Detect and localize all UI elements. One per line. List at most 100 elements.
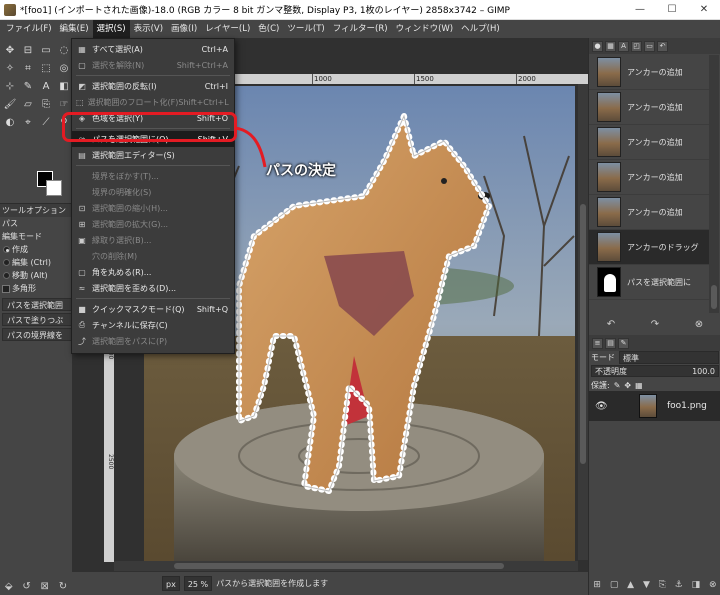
measure-tool-icon[interactable]: ⟋	[38, 114, 54, 130]
path-action-button[interactable]: パスの境界線を	[2, 328, 72, 341]
warp-tool-icon[interactable]: ◎	[56, 60, 72, 76]
canvas-vertical-scrollbar[interactable]	[578, 84, 588, 560]
brushes-tab-icon[interactable]: ●	[592, 40, 603, 52]
channels-tab-icon[interactable]: ▤	[605, 337, 616, 349]
smudge-tool-icon[interactable]: ☞	[56, 96, 72, 112]
history-item[interactable]: パスを選択範囲に	[589, 265, 709, 300]
menu-item[interactable]: 画像(I)	[167, 20, 201, 38]
paths-tool-icon[interactable]: ✎	[20, 78, 36, 94]
menu-item[interactable]: フィルター(R)	[329, 20, 392, 38]
eraser-icon[interactable]: ▱	[20, 96, 36, 112]
rect-select-icon[interactable]: ▭	[38, 42, 54, 58]
menu-item[interactable]: 編集(E)	[56, 20, 93, 38]
radio-dot[interactable]	[3, 259, 10, 266]
menu-grow[interactable]: ⊞ 選択範囲の拡大(G)...	[72, 216, 234, 232]
lower-layer-icon[interactable]: ▼	[643, 580, 650, 590]
close-button[interactable]: ✕	[688, 0, 720, 20]
menu-rounded-rect[interactable]: ▢ 角を丸める(R)...	[72, 264, 234, 280]
menu-selection-editor[interactable]: ▤ 選択範囲エディター(S)	[72, 147, 234, 163]
images-tab-icon[interactable]: ▭	[644, 40, 655, 52]
menu-item[interactable]: 選択(S)	[92, 20, 130, 38]
unit-select[interactable]: px	[162, 576, 180, 591]
canvas-horizontal-scrollbar[interactable]	[114, 561, 578, 571]
history-scroll-thumb[interactable]	[711, 285, 717, 309]
text-tool-icon[interactable]: A	[38, 78, 54, 94]
menu-item[interactable]: ツール(T)	[283, 20, 328, 38]
menu-item[interactable]: ヘルプ(H)	[457, 20, 504, 38]
minimize-button[interactable]: —	[624, 0, 656, 20]
menu-select-none[interactable]: ▢ 選択を解除(N) Shift+Ctrl+A	[72, 57, 234, 73]
edit-mode-radio[interactable]: 編集 (Ctrl)	[0, 256, 72, 269]
edit-mode-radio[interactable]: 作成	[0, 243, 72, 256]
delete-options-icon[interactable]: ⊠	[41, 581, 49, 592]
new-layer-icon[interactable]: ⊞	[593, 580, 601, 590]
document-history-tab-icon[interactable]: ◰	[631, 40, 642, 52]
menu-distort[interactable]: ≈ 選択範囲を歪める(D)...	[72, 280, 234, 296]
history-scrollbar[interactable]	[709, 55, 719, 313]
history-item[interactable]: アンカーの追加	[589, 160, 709, 195]
restore-options-icon[interactable]: ↺	[22, 581, 30, 592]
move-tool-icon[interactable]: ✥	[2, 42, 18, 58]
zoom-select[interactable]: 25 %	[183, 576, 213, 591]
lock-position-icon[interactable]: ✥	[624, 381, 631, 390]
history-item[interactable]: アンカーの追加	[589, 55, 709, 90]
lock-pixels-icon[interactable]: ✎	[614, 381, 621, 390]
layer-row[interactable]: 👁 foo1.png	[589, 391, 720, 421]
radio-dot[interactable]	[3, 272, 10, 279]
reset-options-icon[interactable]: ↻	[59, 581, 67, 592]
fuzzy-select-icon[interactable]: ✧	[2, 60, 18, 76]
redo-icon[interactable]: ↷	[651, 319, 659, 330]
horizontal-scroll-thumb[interactable]	[174, 563, 504, 569]
clear-history-icon[interactable]: ⊗	[695, 319, 703, 330]
undo-history-tab-icon[interactable]: ↶	[657, 40, 668, 52]
paintbrush-icon[interactable]: 🖌	[2, 96, 18, 112]
vertical-scroll-thumb[interactable]	[580, 204, 586, 464]
fonts-tab-icon[interactable]: A	[618, 40, 629, 52]
free-select-icon[interactable]: ◌	[56, 42, 72, 58]
dodge-tool-icon[interactable]: ◐	[2, 114, 18, 130]
menu-select-all[interactable]: ▦ すべて選択(A) Ctrl+A	[72, 41, 234, 57]
background-color[interactable]	[46, 180, 62, 196]
menu-quickmask[interactable]: ■ クイックマスクモード(Q) Shift+Q	[72, 301, 234, 317]
menu-sharpen[interactable]: 境界の明確化(S)	[72, 184, 234, 200]
mask-layer-icon[interactable]: ◨	[692, 580, 701, 590]
history-item[interactable]: アンカーの追加	[589, 125, 709, 160]
crop-tool-icon[interactable]: ⌗	[20, 60, 36, 76]
history-item[interactable]: アンカーの追加	[589, 90, 709, 125]
delete-layer-icon[interactable]: ⊗	[709, 580, 717, 590]
menu-shrink[interactable]: ⊡ 選択範囲の縮小(H)...	[72, 200, 234, 216]
anchor-layer-icon[interactable]: ⚓	[675, 580, 683, 590]
paths-tab-icon[interactable]: ✎	[618, 337, 629, 349]
fg-bg-color-swatch[interactable]	[37, 171, 63, 197]
menu-selection-to-path[interactable]: ⤴ 選択範囲をパスに(P)	[72, 333, 234, 349]
path-action-button[interactable]: パスを選択範囲	[2, 298, 72, 311]
menu-float-selection[interactable]: ⬚ 選択範囲のフロート化(F) Shift+Ctrl+L	[72, 94, 234, 110]
patterns-tab-icon[interactable]: ▦	[605, 40, 616, 52]
mode-select[interactable]: 標準	[619, 350, 719, 364]
save-options-icon[interactable]: ⬙	[5, 581, 13, 592]
layers-tab-icon[interactable]: ≡	[592, 337, 603, 349]
radio-dot[interactable]	[3, 246, 10, 253]
menu-item[interactable]: ファイル(F)	[2, 20, 56, 38]
raise-layer-icon[interactable]: ▲	[627, 580, 634, 590]
menu-remove-holes[interactable]: 穴の削除(M)	[72, 248, 234, 264]
lock-alpha-icon[interactable]: ▦	[635, 381, 643, 390]
duplicate-layer-icon[interactable]: ⎘	[659, 580, 666, 590]
new-group-icon[interactable]: ▢	[610, 580, 619, 590]
undo-icon[interactable]: ↶	[607, 319, 615, 330]
handle-transform-icon[interactable]: ⊹	[2, 78, 18, 94]
align-tool-icon[interactable]: ⊟	[20, 42, 36, 58]
path-action-button[interactable]: パスで塗りつぶ	[2, 313, 72, 326]
menu-item[interactable]: 表示(V)	[130, 20, 167, 38]
history-item[interactable]: アンカーのドラッグ	[589, 230, 709, 265]
edit-mode-radio[interactable]: 移動 (Alt)	[0, 269, 72, 282]
menu-item[interactable]: ウィンドウ(W)	[392, 20, 458, 38]
history-item[interactable]: アンカーの追加	[589, 195, 709, 230]
opacity-slider[interactable]: 不透明度 100.0	[591, 365, 719, 377]
menu-item[interactable]: レイヤー(L)	[201, 20, 254, 38]
bucket-fill-icon[interactable]: ◧	[56, 78, 72, 94]
eye-icon[interactable]: 👁	[595, 401, 609, 412]
polygonal-check-box[interactable]	[2, 285, 10, 293]
clone-tool-icon[interactable]: ⎘	[38, 96, 54, 112]
menu-border[interactable]: ▣ 縁取り選択(B)...	[72, 232, 234, 248]
